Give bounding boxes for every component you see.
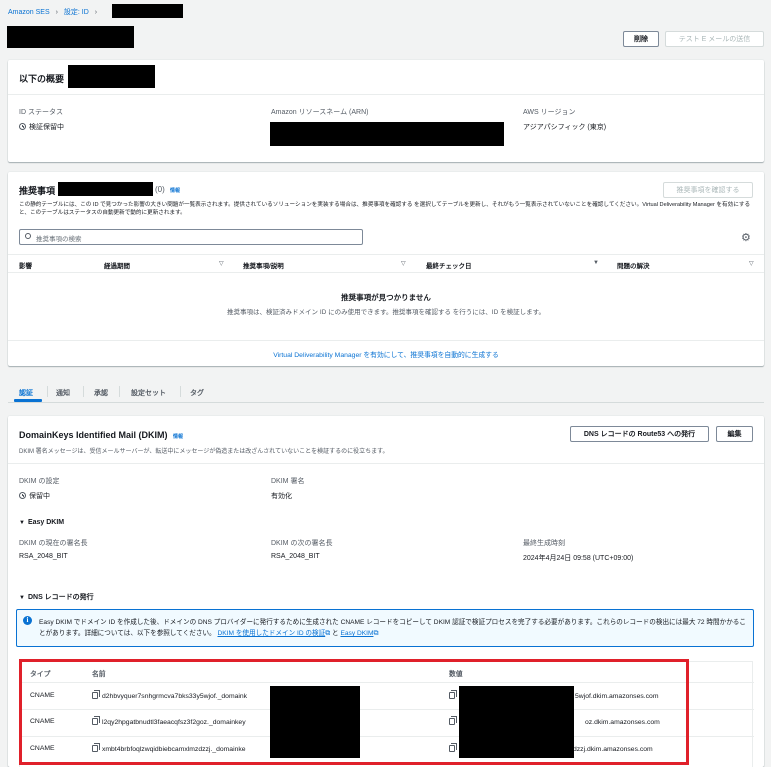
sort-icon[interactable]: ▽ [219, 260, 224, 267]
column-impact[interactable]: 影響 [19, 260, 32, 270]
empty-state-title: 推奨事項が見つかりません [341, 293, 431, 302]
delete-button[interactable]: 削除 [623, 31, 659, 47]
enable-vdm-link[interactable]: Virtual Deliverability Manager を有効にして、推奨… [8, 349, 764, 359]
column-resolve[interactable]: 問題の解決 [617, 260, 650, 270]
next-signing-length-value: RSA_2048_BIT [271, 553, 320, 560]
last-generated-value: 2024年4月24日 09:58 (UTC+09:00) [523, 555, 634, 562]
redacted-identity-name [68, 65, 155, 88]
view-recommendations-button[interactable]: 推奨事項を確認する [663, 182, 753, 198]
sort-icon[interactable]: ▽ [401, 260, 406, 267]
gear-icon[interactable]: ⚙ [741, 231, 751, 244]
empty-state-body: 推奨事項は、検証済みドメイン ID にのみ使用できます。推奨事項を確認する を行… [227, 309, 545, 316]
tab-configuration-set[interactable]: 設定セット [131, 388, 166, 398]
breadcrumb-parent[interactable]: 設定: ID [64, 9, 89, 16]
external-link-icon: ⧉ [325, 630, 331, 637]
info-alert: i Easy DKIM でドメイン ID を作成した後、ドメインの DNS プロ… [16, 609, 754, 647]
publish-route53-button[interactable]: DNS レコードの Route53 への発行 [570, 426, 709, 442]
dns-records-section-toggle[interactable]: ▼ DNS レコードの発行 [19, 592, 94, 602]
info-circle-icon: i [23, 616, 32, 625]
chevron-right-icon: › [94, 9, 98, 16]
send-test-email-button[interactable]: テスト E メールの送信 [665, 31, 764, 47]
arn-label: Amazon リソースネーム (ARN) [271, 109, 369, 116]
recommendations-description: この静的テーブルには、この ID で見つかった影響の大きい問題が一覧表示されます… [19, 202, 751, 216]
page-title [7, 26, 134, 48]
external-link-icon: ⧉ [373, 630, 379, 637]
dkim-config-value: 保留中 [19, 491, 50, 501]
info-alert-text: Easy DKIM でドメイン ID を作成した後、ドメインの DNS プロバイ… [39, 619, 746, 637]
highlight-box [19, 659, 689, 765]
easy-dkim-section-toggle[interactable]: ▼ Easy DKIM [19, 519, 64, 526]
breadcrumb: Amazon SES › 設定: ID › [8, 7, 101, 17]
easy-dkim-link[interactable]: Easy DKIM [340, 630, 373, 637]
breadcrumb-root[interactable]: Amazon SES [8, 9, 50, 16]
id-status-value: 検証保留中 [19, 122, 64, 132]
redacted-recommendations-title [58, 182, 153, 196]
sort-icon[interactable]: ▽ [749, 260, 754, 267]
clock-icon [19, 123, 26, 130]
summary-panel: 以下の概要 ID ステータス 検証保留中 Amazon リソースネーム (ARN… [8, 60, 764, 162]
summary-title: 以下の概要 [19, 74, 65, 84]
sort-desc-icon[interactable]: ▼ [593, 260, 599, 266]
tab-tags[interactable]: タグ [190, 388, 204, 398]
current-signing-length-label: DKIM の現在の署名長 [19, 540, 88, 547]
verify-domain-dkim-link[interactable]: DKIM を使用したドメイン ID の検証 [218, 630, 326, 637]
dkim-signing-label: DKIM 署名 [271, 478, 305, 485]
recommendations-count: (0) 情報 [155, 185, 181, 194]
edit-button[interactable]: 編集 [716, 426, 753, 442]
last-generated-label: 最終生成時刻 [523, 540, 565, 547]
column-recommendation[interactable]: 推奨事項/説明 [243, 260, 284, 270]
redacted-breadcrumb-id [112, 4, 183, 18]
caret-down-icon: ▼ [19, 520, 25, 526]
redacted-arn-value [270, 122, 504, 146]
recommendations-panel: 推奨事項 (0) 情報 推奨事項を確認する この静的テーブルには、この ID で… [8, 172, 764, 366]
recommendations-title: 推奨事項 [19, 186, 56, 196]
tab-notifications[interactable]: 通知 [56, 388, 70, 398]
next-signing-length-label: DKIM の次の署名長 [271, 540, 333, 547]
dkim-title: DomainKeys Identified Mail (DKIM) 情報 [19, 430, 184, 440]
dkim-signing-value: 有効化 [271, 493, 292, 500]
region-label: AWS リージョン [523, 109, 576, 116]
search-placeholder: 推奨事項の検索 [36, 236, 82, 243]
current-signing-length-value: RSA_2048_BIT [19, 553, 68, 560]
id-status-label: ID ステータス [19, 109, 63, 116]
column-age[interactable]: 経過期間 [104, 260, 130, 270]
recommendations-search-input[interactable]: 推奨事項の検索 [19, 229, 363, 245]
tab-authentication[interactable]: 認証 [19, 388, 33, 398]
column-last-checked[interactable]: 最終チェック日 [426, 260, 472, 270]
region-value: アジアパシフィック (東京) [523, 124, 607, 131]
dkim-description: DKIM 署名メッセージは、受信メールサーバーが、転送中にメッセージが偽造または… [19, 449, 389, 455]
search-icon [25, 233, 31, 239]
info-link[interactable]: 情報 [170, 188, 180, 194]
chevron-right-icon: › [55, 9, 58, 16]
clock-icon [19, 492, 26, 499]
info-link[interactable]: 情報 [173, 434, 183, 440]
dkim-config-label: DKIM の設定 [19, 478, 60, 485]
caret-down-icon: ▼ [19, 595, 25, 601]
tab-authorization[interactable]: 承認 [94, 388, 108, 398]
